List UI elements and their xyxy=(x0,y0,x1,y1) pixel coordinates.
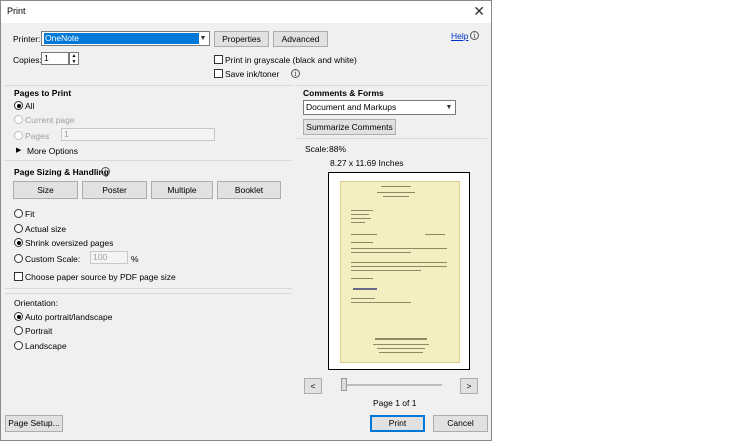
multiple-button[interactable]: Multiple xyxy=(151,181,213,199)
pages-to-print-heading: Pages to Print xyxy=(14,88,72,98)
more-options-toggle[interactable]: More Options xyxy=(27,146,78,156)
auto-orientation-radio[interactable] xyxy=(14,312,23,321)
sizing-info-icon[interactable]: i xyxy=(101,167,110,176)
comments-forms-heading: Comments & Forms xyxy=(303,88,384,98)
print-dialog: Print ✕ Printer: OneNote ▼ Properties Ad… xyxy=(0,0,492,441)
pages-range-radio[interactable] xyxy=(14,131,23,140)
triangle-right-icon[interactable]: ▶ xyxy=(16,146,21,154)
all-pages-radio[interactable] xyxy=(14,101,23,110)
landscape-label: Landscape xyxy=(25,341,67,351)
info-circle-icon[interactable]: i xyxy=(470,31,479,40)
copies-label: Copies: xyxy=(13,55,42,65)
paper-source-label: Choose paper source by PDF page size xyxy=(25,272,176,282)
shrink-oversized-radio[interactable] xyxy=(14,238,23,247)
save-ink-checkbox[interactable] xyxy=(214,69,223,78)
summarize-comments-button[interactable]: Summarize Comments xyxy=(303,119,396,135)
page-slider-track[interactable] xyxy=(342,384,442,386)
custom-scale-input[interactable]: 100 xyxy=(90,251,128,264)
poster-button[interactable]: Poster xyxy=(82,181,147,199)
current-page-label: Current page xyxy=(25,115,75,125)
save-ink-label: Save ink/toner xyxy=(225,69,280,79)
portrait-radio[interactable] xyxy=(14,326,23,335)
next-page-button[interactable]: > xyxy=(460,378,478,394)
comments-forms-select[interactable]: Document and Markups ▼ xyxy=(303,100,456,115)
page-size-label: 8.27 x 11.69 Inches xyxy=(330,158,404,168)
page-indicator: Page 1 of 1 xyxy=(373,398,417,408)
pages-range-input[interactable]: 1 xyxy=(61,128,215,141)
current-page-radio[interactable] xyxy=(14,115,23,124)
help-link[interactable]: Help xyxy=(451,31,468,41)
grayscale-label: Print in grayscale (black and white) xyxy=(225,55,357,65)
grayscale-checkbox[interactable] xyxy=(214,55,223,64)
portrait-label: Portrait xyxy=(25,326,53,336)
shrink-oversized-label: Shrink oversized pages xyxy=(25,238,114,248)
all-pages-label: All xyxy=(25,101,35,111)
chevron-down-icon: ▼ xyxy=(199,35,207,42)
pages-range-label: Pages xyxy=(25,131,50,141)
close-icon[interactable]: ✕ xyxy=(473,3,485,20)
auto-orientation-label: Auto portrait/landscape xyxy=(25,312,113,322)
title-bar: Print ✕ xyxy=(1,1,491,23)
comments-forms-selected: Document and Markups xyxy=(306,102,397,112)
printer-label: Printer: xyxy=(13,34,41,44)
save-ink-info-icon[interactable]: i xyxy=(291,69,300,78)
fit-label: Fit xyxy=(25,209,35,219)
actual-size-radio[interactable] xyxy=(14,224,23,233)
copies-spinner[interactable]: ▲ ▼ xyxy=(69,52,79,65)
size-button[interactable]: Size xyxy=(13,181,78,199)
landscape-radio[interactable] xyxy=(14,341,23,350)
prev-page-button[interactable]: < xyxy=(304,378,322,394)
preview-document-thumbnail xyxy=(340,181,460,363)
booklet-button[interactable]: Booklet xyxy=(217,181,281,199)
printer-select[interactable]: OneNote ▼ xyxy=(41,31,210,46)
orientation-heading: Orientation: xyxy=(14,298,58,308)
percent-label: % xyxy=(131,254,139,264)
scale-label: Scale: xyxy=(305,144,329,154)
chevron-down-icon: ▼ xyxy=(445,104,453,111)
print-button[interactable]: Print xyxy=(370,415,425,432)
properties-button[interactable]: Properties xyxy=(214,31,269,47)
custom-scale-radio[interactable] xyxy=(14,254,23,263)
page-setup-button[interactable]: Page Setup... xyxy=(5,415,63,432)
copies-input[interactable]: 1 xyxy=(41,52,69,65)
actual-size-label: Actual size xyxy=(25,224,67,234)
page-sizing-heading: Page Sizing & Handling xyxy=(14,167,109,177)
paper-source-checkbox[interactable] xyxy=(14,272,23,281)
printer-selected-value: OneNote xyxy=(44,33,199,44)
fit-radio[interactable] xyxy=(14,209,23,218)
window-title: Print xyxy=(7,6,26,16)
scale-value: 88% xyxy=(329,144,347,154)
custom-scale-label: Custom Scale: xyxy=(25,254,81,264)
advanced-button[interactable]: Advanced xyxy=(273,31,328,47)
page-slider-thumb[interactable] xyxy=(341,378,347,391)
cancel-button[interactable]: Cancel xyxy=(433,415,488,432)
